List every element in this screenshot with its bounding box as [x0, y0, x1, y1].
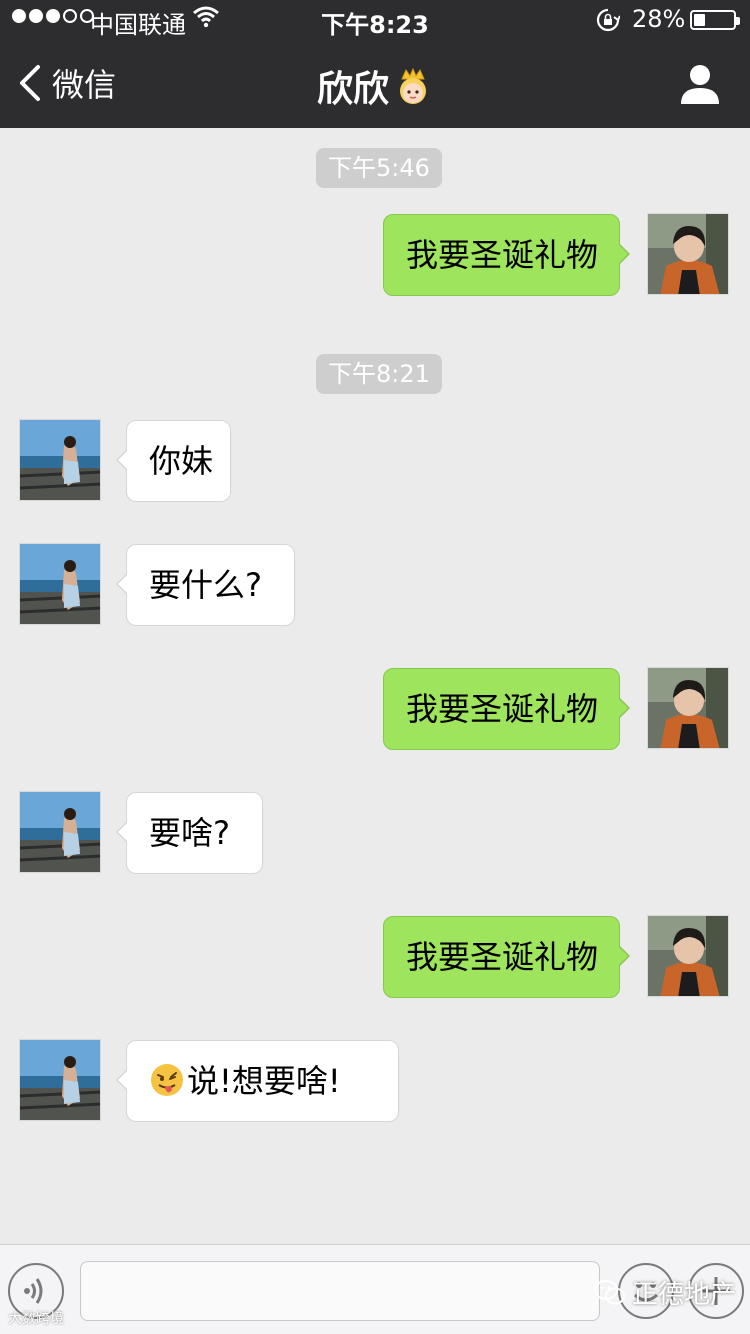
chat-title: 欣欣 [0, 60, 750, 112]
person-icon[interactable] [676, 60, 724, 108]
message-bubble-mine[interactable]: 我要圣诞礼物 [383, 916, 630, 998]
my-avatar[interactable] [647, 667, 729, 749]
chat-title-text: 欣欣 [316, 69, 389, 110]
my-avatar-image [648, 668, 728, 748]
status-bar: 中国联通 下午8:23 28% [0, 0, 750, 40]
timestamp: 下午5:46 [316, 148, 442, 188]
friend-avatar-image [20, 792, 100, 872]
my-avatar-image [648, 214, 728, 294]
message-bubble-friend[interactable]: 要什么? [116, 544, 295, 626]
battery-nub [736, 17, 740, 25]
watermark-bottom-left: 大数跨境 [8, 1311, 64, 1327]
battery-percent: 28% [632, 5, 686, 33]
message-bubble-mine[interactable]: 我要圣诞礼物 [383, 214, 630, 296]
friend-avatar-image [20, 420, 100, 500]
message-input[interactable] [80, 1261, 600, 1321]
message-bubble-friend[interactable]: 说!想要啥! [116, 1040, 399, 1122]
battery-icon [690, 10, 740, 30]
friend-avatar-image [20, 544, 100, 624]
wechat-logo-icon [594, 1279, 625, 1304]
my-avatar[interactable] [647, 213, 729, 295]
message-bubble-friend[interactable]: 要啥? [116, 792, 263, 874]
my-avatar-image [648, 916, 728, 996]
friend-avatar[interactable] [19, 419, 101, 501]
rotation-lock-icon [596, 8, 620, 32]
message-bubble-friend[interactable]: 你妹 [116, 420, 231, 502]
friend-avatar[interactable] [19, 791, 101, 873]
watermark-text: 正德地产 [632, 1280, 737, 1310]
message-text: 说!想要啥! [187, 1062, 341, 1100]
battery-fill [694, 14, 705, 26]
watermark: 正德地产 [594, 1274, 736, 1311]
tongue-out-face-icon [151, 1064, 183, 1096]
my-avatar[interactable] [647, 915, 729, 997]
friend-avatar[interactable] [19, 1039, 101, 1121]
friend-avatar-image [20, 1040, 100, 1120]
timestamp: 下午8:21 [316, 354, 442, 394]
princess-face-icon [400, 67, 426, 104]
top-bar: 中国联通 下午8:23 28% 微信 欣欣 [0, 0, 750, 128]
message-bubble-mine[interactable]: 我要圣诞礼物 [383, 668, 630, 750]
friend-avatar[interactable] [19, 543, 101, 625]
